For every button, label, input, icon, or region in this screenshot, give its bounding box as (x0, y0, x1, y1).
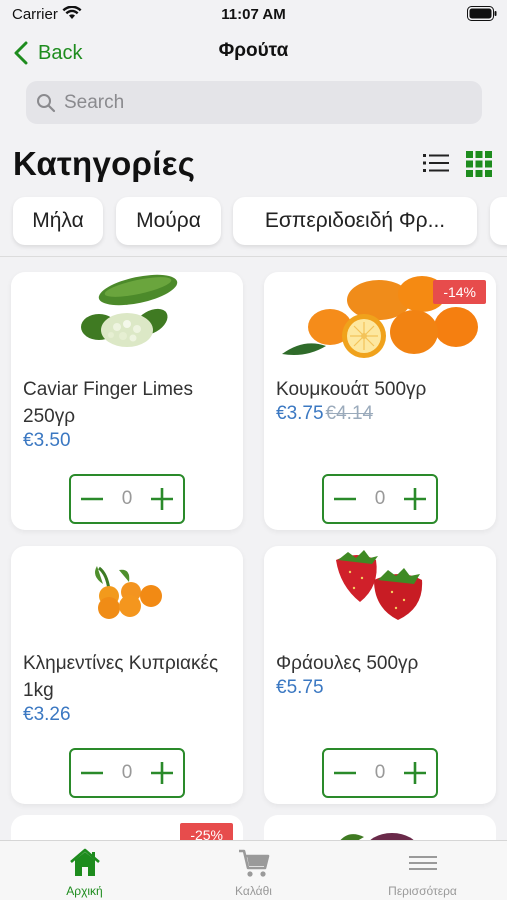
tab-label: Περισσότερα (388, 884, 457, 898)
status-time: 11:07 AM (221, 6, 286, 23)
strawberries-image (336, 550, 423, 620)
product-name: Φράουλες 500γρ (276, 653, 419, 674)
category-chip-citrus[interactable]: Εσπεριδοειδή Φρ... (233, 197, 477, 245)
search-input[interactable] (64, 91, 444, 114)
menu-icon (409, 856, 437, 870)
product-name: Κλημεντίνες Κυπριακές 1kg (23, 653, 219, 701)
search-icon (37, 93, 56, 112)
plus-icon[interactable] (402, 486, 428, 512)
clementines-image (95, 566, 162, 619)
product-price: €5.75 (276, 677, 324, 698)
tab-label: Καλάθι (235, 884, 272, 898)
status-bar: Carrier 11:07 AM (0, 0, 507, 30)
quantity-stepper[interactable]: 0 (322, 748, 438, 798)
category-chips: Μήλα Μούρα Εσπεριδοειδή Φρ... (0, 195, 507, 251)
product-price: €3.50 (23, 430, 71, 451)
plus-icon[interactable] (402, 760, 428, 786)
search-bar[interactable] (26, 81, 482, 124)
home-icon (70, 848, 100, 876)
quantity-stepper[interactable]: 0 (322, 474, 438, 524)
tab-more[interactable]: Περισσότερα (338, 841, 507, 900)
finger-limes-image (81, 274, 178, 347)
cart-icon (239, 849, 270, 877)
quantity-value: 0 (374, 762, 386, 783)
plus-icon[interactable] (149, 760, 175, 786)
minus-icon[interactable] (332, 486, 358, 512)
quantity-value: 0 (121, 488, 133, 509)
tab-label: Αρχική (66, 884, 103, 898)
product-price: €3.26 (23, 704, 71, 725)
quantity-stepper[interactable]: 0 (69, 748, 185, 798)
divider (0, 256, 507, 257)
section-title: Κατηγορίες (13, 145, 196, 182)
product-name: Κουμκουάτ 500γρ (276, 379, 427, 400)
battery-icon (467, 6, 497, 21)
tab-home[interactable]: Αρχική (0, 841, 169, 900)
minus-icon[interactable] (79, 760, 105, 786)
tab-bar: Αρχική Καλάθι Περισσότερα (0, 840, 507, 900)
product-card[interactable]: Caviar Finger Limes 250γρ €3.50 0 (11, 272, 243, 530)
product-card[interactable]: -14% Κουμκουάτ 500γρ €3.75 €4.14 0 (264, 272, 496, 530)
quantity-value: 0 (121, 762, 133, 783)
product-price: €3.75 €4.14 (276, 403, 374, 424)
minus-icon[interactable] (332, 760, 358, 786)
page-title: Φρούτα (218, 40, 289, 61)
old-price: €4.14 (325, 403, 374, 424)
list-view-icon[interactable] (423, 152, 449, 174)
tab-cart[interactable]: Καλάθι (169, 841, 338, 900)
quantity-stepper[interactable]: 0 (69, 474, 185, 524)
plus-icon[interactable] (149, 486, 175, 512)
minus-icon[interactable] (79, 486, 105, 512)
category-chip-apples[interactable]: Μήλα (13, 197, 103, 245)
nav-bar: Back Φρούτα (0, 30, 507, 76)
category-chip-more[interactable] (490, 197, 507, 245)
quantity-value: 0 (374, 488, 386, 509)
product-card[interactable]: Φράουλες 500γρ €5.75 0 (264, 546, 496, 804)
discount-badge: -14% (433, 280, 486, 304)
product-name: Caviar Finger Limes 250γρ (23, 379, 193, 427)
product-card[interactable]: Κλημεντίνες Κυπριακές 1kg €3.26 0 (11, 546, 243, 804)
category-chip-berries[interactable]: Μούρα (116, 197, 221, 245)
grid-view-icon[interactable] (466, 151, 492, 177)
